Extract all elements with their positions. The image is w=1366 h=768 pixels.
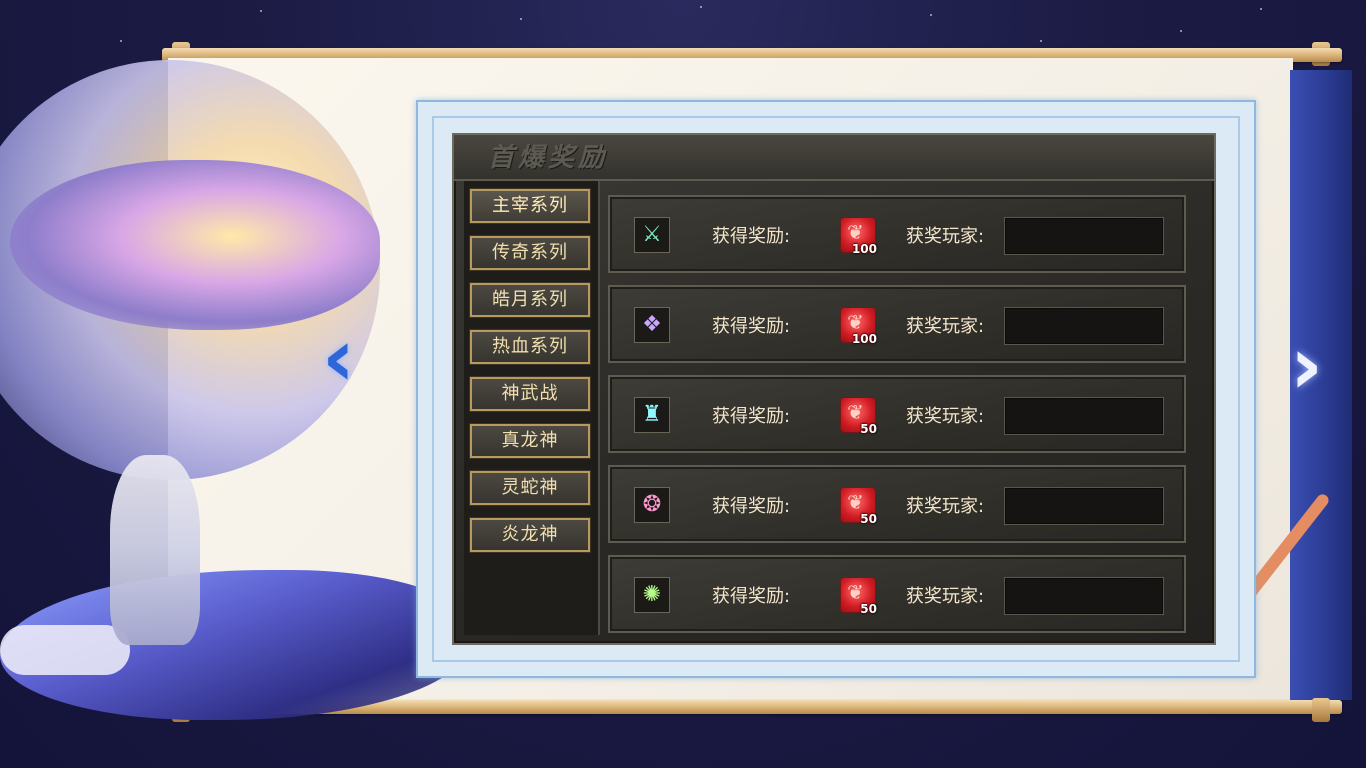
reward-row: ❖ 获得奖励: ❦ 100 获奖玩家: bbox=[608, 285, 1186, 363]
reward-label: 获得奖励: bbox=[712, 226, 791, 247]
next-page-button[interactable]: › bbox=[1290, 326, 1323, 406]
reward-row: ✺ 获得奖励: ❦ 50 获奖玩家: bbox=[608, 555, 1186, 633]
winner-name-field bbox=[1004, 217, 1164, 255]
winner-name-field bbox=[1004, 397, 1164, 435]
prev-page-button[interactable]: ‹ bbox=[322, 318, 355, 398]
first-drop-reward-panel: 首爆奖励 主宰系列 传奇系列 皓月系列 热血系列 神武战 真龙神 灵蛇神 炎龙神… bbox=[452, 133, 1216, 645]
dragon-armor-icon[interactable]: ❖ bbox=[634, 307, 670, 343]
chevron-right-icon: › bbox=[1290, 319, 1323, 412]
chevron-left-icon: ‹ bbox=[322, 311, 355, 404]
red-gem-icon[interactable]: ❦ 100 bbox=[840, 307, 877, 346]
hero-character-artwork bbox=[110, 455, 200, 645]
reward-row: ⚔ 获得奖励: ❦ 100 获奖玩家: bbox=[608, 195, 1186, 273]
gem-glyph: ❦ bbox=[847, 490, 864, 514]
bracelet-icon[interactable]: ✺ bbox=[634, 577, 670, 613]
gem-glyph: ❦ bbox=[847, 220, 864, 244]
reward-quantity: 50 bbox=[860, 512, 877, 526]
category-sidebar: 主宰系列 传奇系列 皓月系列 热血系列 神武战 真龙神 灵蛇神 炎龙神 bbox=[464, 181, 600, 635]
reward-quantity: 50 bbox=[860, 602, 877, 616]
player-label: 获奖玩家: bbox=[906, 406, 985, 427]
tab-haoyue[interactable]: 皓月系列 bbox=[469, 282, 591, 318]
panel-title: 首爆奖励 bbox=[488, 143, 609, 173]
gem-glyph: ❦ bbox=[847, 580, 864, 604]
helmet-icon[interactable]: ♜ bbox=[634, 397, 670, 433]
player-label: 获奖玩家: bbox=[906, 496, 985, 517]
red-gem-icon[interactable]: ❦ 100 bbox=[840, 217, 877, 256]
player-label: 获奖玩家: bbox=[906, 586, 985, 607]
reward-row: ♜ 获得奖励: ❦ 50 获奖玩家: bbox=[608, 375, 1186, 453]
reward-label: 获得奖励: bbox=[712, 406, 791, 427]
scroll-knob-bottom-right bbox=[1312, 698, 1330, 722]
reward-label: 获得奖励: bbox=[712, 586, 791, 607]
player-label: 获奖玩家: bbox=[906, 316, 985, 337]
tab-shenwuzhan[interactable]: 神武战 bbox=[469, 376, 591, 412]
reward-quantity: 100 bbox=[851, 242, 877, 256]
tab-zhenlongshen[interactable]: 真龙神 bbox=[469, 423, 591, 459]
reward-label: 获得奖励: bbox=[712, 316, 791, 337]
necklace-icon[interactable]: ❂ bbox=[634, 487, 670, 523]
reward-label: 获得奖励: bbox=[712, 496, 791, 517]
tab-yanlongshen[interactable]: 炎龙神 bbox=[469, 517, 591, 553]
gem-glyph: ❦ bbox=[847, 400, 864, 424]
red-gem-icon[interactable]: ❦ 50 bbox=[840, 397, 877, 436]
gem-glyph: ❦ bbox=[847, 310, 864, 334]
winner-name-field bbox=[1004, 577, 1164, 615]
reward-quantity: 50 bbox=[860, 422, 877, 436]
winner-name-field bbox=[1004, 307, 1164, 345]
tab-rexue[interactable]: 热血系列 bbox=[469, 329, 591, 365]
reward-quantity: 100 bbox=[851, 332, 877, 346]
panel-title-bar: 首爆奖励 bbox=[454, 135, 1214, 181]
reward-row: ❂ 获得奖励: ❦ 50 获奖玩家: bbox=[608, 465, 1186, 543]
winner-name-field bbox=[1004, 487, 1164, 525]
cloud-artwork bbox=[0, 625, 130, 675]
tab-lingsheshen[interactable]: 灵蛇神 bbox=[469, 470, 591, 506]
tab-zhuzai[interactable]: 主宰系列 bbox=[469, 188, 591, 224]
tab-chuanqi[interactable]: 传奇系列 bbox=[469, 235, 591, 271]
red-gem-icon[interactable]: ❦ 50 bbox=[840, 487, 877, 526]
sword-icon[interactable]: ⚔ bbox=[634, 217, 670, 253]
player-label: 获奖玩家: bbox=[906, 226, 985, 247]
red-gem-icon[interactable]: ❦ 50 bbox=[840, 577, 877, 616]
